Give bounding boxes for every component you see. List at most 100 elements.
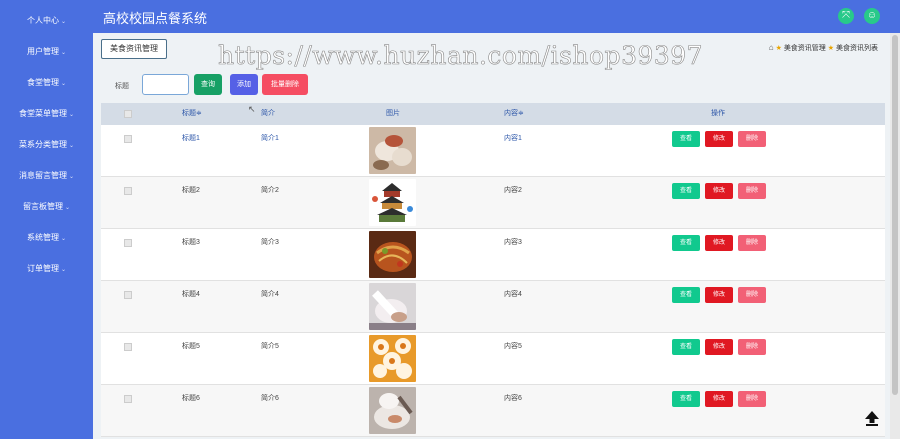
row-checkbox[interactable] — [124, 239, 132, 247]
table-row: 标题3 简介3 内容3 查看 修改 删除 — [101, 229, 885, 281]
cell-intro: 简介6 — [261, 395, 279, 402]
cell-content: 内容5 — [504, 343, 522, 350]
view-button[interactable]: 查看 — [672, 235, 700, 251]
sort-icon: ≑ — [196, 110, 202, 117]
food-image — [369, 231, 416, 278]
view-button[interactable]: 查看 — [672, 287, 700, 303]
scrollbar[interactable] — [890, 33, 900, 439]
home-icon[interactable]: ⌂ — [769, 43, 774, 52]
chevron-down-icon: ⌄ — [60, 267, 67, 273]
edit-button[interactable]: 修改 — [705, 391, 733, 407]
row-checkbox[interactable] — [124, 135, 132, 143]
batch-delete-button[interactable]: 批量删除 — [262, 74, 308, 95]
food-image — [369, 179, 416, 226]
chevron-down-icon: ⌄ — [68, 174, 75, 180]
cell-content: 内容4 — [504, 291, 522, 298]
chevron-down-icon: ⌄ — [68, 112, 75, 118]
sidebar-item-orders[interactable]: 订单管理 ⌄ — [0, 259, 93, 279]
column-header-image: 图片 — [386, 110, 400, 117]
back-to-top-icon[interactable] — [863, 409, 881, 427]
cell-intro: 简介4 — [261, 291, 279, 298]
column-header-actions: 操作 — [711, 110, 725, 117]
scrollbar-thumb[interactable] — [892, 35, 898, 395]
delete-button[interactable]: 删除 — [738, 131, 766, 147]
edit-button[interactable]: 修改 — [705, 339, 733, 355]
cell-title: 标题5 — [182, 343, 200, 350]
cell-intro: 简介5 — [261, 343, 279, 350]
food-image — [369, 283, 416, 330]
sidebar-item-users[interactable]: 用户管理 ⌄ — [0, 42, 93, 62]
search-label: 标题 — [115, 83, 129, 90]
edit-button[interactable]: 修改 — [705, 183, 733, 199]
row-checkbox[interactable] — [124, 291, 132, 299]
delete-button[interactable]: 删除 — [738, 235, 766, 251]
select-all-checkbox[interactable] — [124, 110, 132, 118]
tab-food-news[interactable]: 美食资讯管理 — [101, 39, 167, 59]
star-icon: ★ — [775, 45, 782, 52]
sidebar: 个人中心 ⌄ 用户管理 ⌄ 食堂管理 ⌄ 食堂菜单管理 ⌄ 菜系分类管理 ⌄ 消息留言管理… — [0, 0, 93, 439]
chevron-down-icon: ⌄ — [68, 143, 75, 149]
edit-button[interactable]: 修改 — [705, 287, 733, 303]
app-title: 高校校园点餐系统 — [103, 11, 208, 26]
delete-button[interactable]: 删除 — [738, 339, 766, 355]
delete-button[interactable]: 删除 — [738, 287, 766, 303]
sidebar-item-canteen-menu[interactable]: 食堂菜单管理 ⌄ — [0, 104, 93, 124]
cell-intro: 简介1 — [261, 135, 279, 142]
chevron-down-icon: ⌄ — [60, 19, 67, 25]
food-image — [369, 335, 416, 382]
view-button[interactable]: 查看 — [672, 339, 700, 355]
watermark: https://www.huzhan.com/ishop39397 — [218, 41, 704, 71]
view-button[interactable]: 查看 — [672, 131, 700, 147]
row-checkbox[interactable] — [124, 343, 132, 351]
star-icon: ★ — [827, 45, 835, 52]
edit-button[interactable]: 修改 — [705, 131, 733, 147]
column-header-content[interactable]: 内容≑ — [504, 103, 524, 125]
breadcrumb-item: 美食资讯列表 — [836, 45, 878, 52]
search-button[interactable]: 查询 — [194, 74, 222, 95]
table-header: 标题≑ 简介 图片 内容≑ 操作 — [101, 103, 885, 125]
view-button[interactable]: 查看 — [672, 391, 700, 407]
chevron-down-icon: ⌄ — [60, 50, 67, 56]
cell-content: 内容3 — [504, 239, 522, 246]
food-image — [369, 387, 416, 434]
table-row: 标题6 简介6 内容6 查看 修改 删除 — [101, 385, 885, 437]
column-header-intro: 简介 — [261, 110, 275, 117]
cell-content: 内容6 — [504, 395, 522, 402]
sidebar-item-cuisine-category[interactable]: 菜系分类管理 ⌄ — [0, 135, 93, 155]
cell-title: 标题6 — [182, 395, 200, 402]
mouse-cursor-icon: ↖ — [248, 104, 256, 114]
sort-icon: ≑ — [518, 110, 524, 117]
view-button[interactable]: 查看 — [672, 183, 700, 199]
breadcrumb-item[interactable]: 美食资讯管理 — [784, 45, 826, 52]
delete-button[interactable]: 删除 — [738, 183, 766, 199]
chevron-down-icon: ⌄ — [60, 236, 67, 242]
cell-title: 标题4 — [182, 291, 200, 298]
row-checkbox[interactable] — [124, 187, 132, 195]
title-search-input[interactable] — [142, 74, 189, 95]
column-header-title[interactable]: 标题≑ — [182, 103, 202, 125]
cell-intro: 简介2 — [261, 187, 279, 194]
food-image — [369, 127, 416, 174]
fullscreen-icon[interactable]: ⤧ — [838, 8, 854, 24]
cell-content: 内容1 — [504, 135, 522, 142]
edit-button[interactable]: 修改 — [705, 235, 733, 251]
table-row: 标题5 简介5 内容5 查看 修改 删除 — [101, 333, 885, 385]
sidebar-item-canteens[interactable]: 食堂管理 ⌄ — [0, 73, 93, 93]
delete-button[interactable]: 删除 — [738, 391, 766, 407]
chevron-down-icon: ⌄ — [64, 205, 71, 211]
add-button[interactable]: 添加 — [230, 74, 258, 95]
chevron-down-icon: ⌄ — [60, 81, 67, 87]
cell-title: 标题3 — [182, 239, 200, 246]
table-row: 标题1 简介1 内容1 查看 修改 删除 — [101, 125, 885, 177]
sidebar-item-messages[interactable]: 消息留言管理 ⌄ — [0, 166, 93, 186]
sidebar-item-message-board[interactable]: 留言板管理 ⌄ — [0, 197, 93, 217]
cell-title: 标题1 — [182, 135, 200, 142]
sidebar-item-system[interactable]: 系统管理 ⌄ — [0, 228, 93, 248]
cell-title: 标题2 — [182, 187, 200, 194]
sidebar-item-personal-center[interactable]: 个人中心 ⌄ — [0, 11, 93, 31]
row-checkbox[interactable] — [124, 395, 132, 403]
cell-content: 内容2 — [504, 187, 522, 194]
cell-intro: 简介3 — [261, 239, 279, 246]
table-row: 标题4 简介4 内容4 查看 修改 删除 — [101, 281, 885, 333]
user-icon[interactable]: ☺ — [864, 8, 880, 24]
